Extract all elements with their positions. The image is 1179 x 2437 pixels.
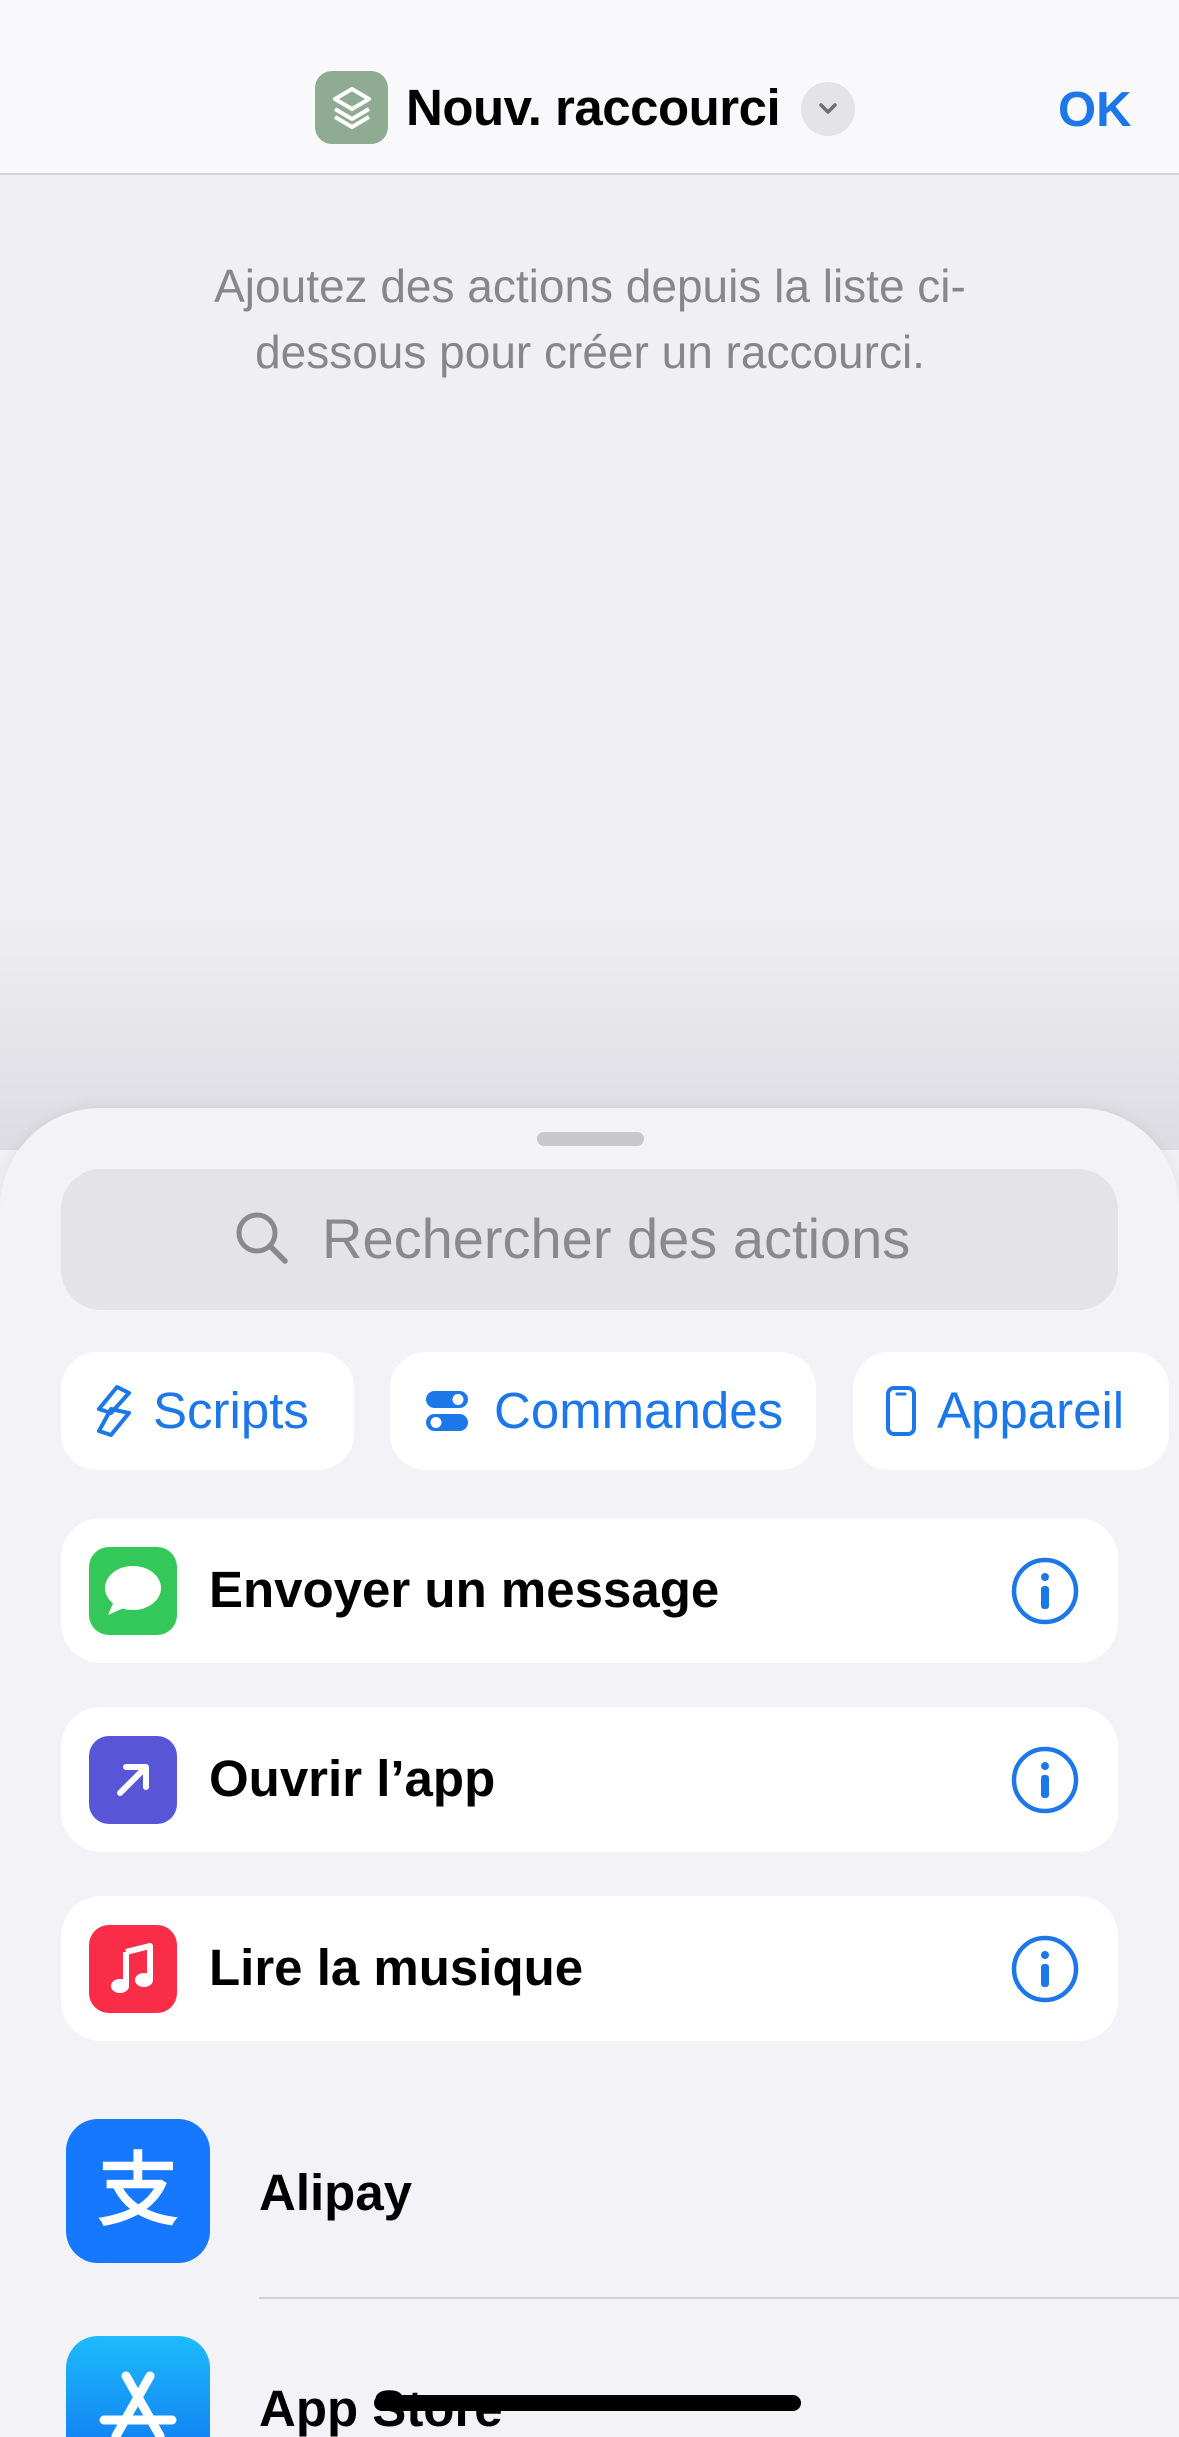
done-button[interactable]: OK [1058, 80, 1132, 140]
action-row-open-app[interactable]: Ouvrir l’app [61, 1707, 1118, 1852]
shortcuts-icon[interactable] [315, 71, 388, 144]
scripts-icon [97, 1385, 131, 1437]
category-label: Appareil [937, 1382, 1125, 1439]
svg-text:支: 支 [98, 2144, 178, 2237]
list-divider [259, 2297, 1179, 2299]
category-chip-commandes[interactable]: Commandes [390, 1352, 816, 1470]
action-row-play-music[interactable]: Lire la musique [61, 1896, 1118, 2041]
action-row-send-message[interactable]: Envoyer un message [61, 1518, 1118, 1663]
category-label: Scripts [153, 1382, 309, 1439]
chevron-down-icon[interactable] [801, 82, 855, 136]
arrow-up-right-icon [89, 1736, 177, 1824]
info-icon[interactable] [1010, 1556, 1080, 1626]
messages-icon [89, 1547, 177, 1635]
app-label-alipay[interactable]: Alipay [259, 2161, 412, 2225]
alipay-icon[interactable]: 支 [66, 2119, 210, 2263]
phone-icon [886, 1386, 916, 1436]
info-icon[interactable] [1010, 1934, 1080, 2004]
action-label: Ouvrir l’app [209, 1750, 496, 1807]
music-note-icon [89, 1925, 177, 2013]
navigation-bar: Nouv. raccourci OK [0, 0, 1179, 175]
magnifying-glass-icon [236, 1212, 288, 1264]
category-chip-appareil[interactable]: Appareil [853, 1352, 1169, 1470]
action-label: Lire la musique [209, 1939, 584, 1996]
action-label: Envoyer un message [209, 1561, 720, 1618]
category-chip-scripts[interactable]: Scripts [61, 1352, 354, 1470]
home-indicator[interactable] [374, 2395, 801, 2411]
app-store-icon[interactable] [66, 2336, 210, 2437]
info-icon[interactable] [1010, 1745, 1080, 1815]
sheet-grabber[interactable] [537, 1132, 644, 1146]
empty-editor-hint: Ajoutez des actions depuis la liste ci-d… [214, 260, 966, 378]
search-placeholder[interactable]: Rechercher des actions [322, 1204, 910, 1274]
shortcut-title[interactable]: Nouv. raccourci [406, 76, 781, 140]
toggles-icon [426, 1391, 468, 1431]
category-label: Commandes [494, 1382, 784, 1439]
